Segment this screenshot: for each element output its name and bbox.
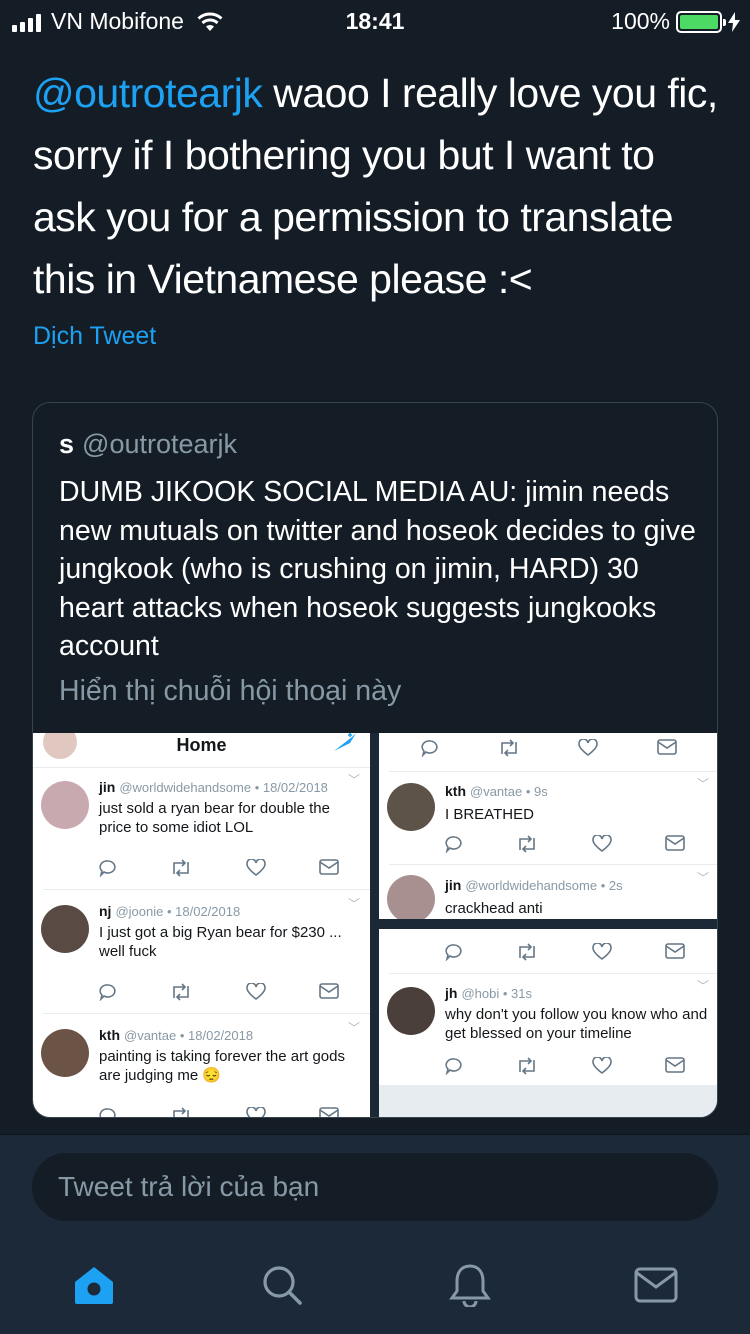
dm-icon bbox=[665, 1057, 685, 1073]
chevron-down-icon: ﹀ bbox=[347, 773, 360, 787]
divider bbox=[389, 771, 717, 772]
tweet-actions bbox=[421, 739, 677, 757]
like-icon bbox=[578, 739, 599, 757]
panel-footer bbox=[379, 1085, 717, 1117]
quoted-tweet-name: s bbox=[59, 429, 75, 459]
tweet-text: why don't you follow you know who and ge… bbox=[445, 1006, 708, 1042]
reply-placeholder: Tweet trả lời của bạn bbox=[58, 1171, 320, 1202]
charging-bolt-icon bbox=[728, 11, 740, 32]
reply-input[interactable]: Tweet trả lời của bạn bbox=[32, 1153, 718, 1221]
chevron-down-icon: ﹀ bbox=[347, 1021, 360, 1035]
chevron-down-icon: ﹀ bbox=[696, 979, 709, 993]
bell-icon bbox=[449, 1264, 491, 1307]
screenshot-panel-home: Home jin @worldwidehandsome • 18/02/2018 … bbox=[33, 733, 370, 1117]
avatar bbox=[41, 1029, 89, 1077]
dm-icon bbox=[319, 859, 339, 875]
tweet-mention[interactable]: @outrotearjk bbox=[33, 70, 263, 116]
tweet-meta: jh @hobi • 31s bbox=[445, 985, 532, 1001]
tweet-actions bbox=[99, 1107, 339, 1117]
tab-bar bbox=[0, 1255, 750, 1315]
tweet-text: I just got a big Ryan bear for $230 ... … bbox=[99, 924, 342, 960]
divider bbox=[389, 973, 717, 974]
translate-tweet-link[interactable]: Dịch Tweet bbox=[33, 322, 156, 351]
search-icon bbox=[263, 1266, 302, 1305]
reply-icon bbox=[445, 944, 462, 961]
like-icon bbox=[245, 983, 266, 1001]
tweet-meta: jin @worldwidehandsome • 2s bbox=[445, 877, 623, 893]
divider bbox=[43, 1013, 370, 1014]
chevron-down-icon: ﹀ bbox=[347, 897, 360, 911]
quoted-tweet-body: DUMB JIKOOK SOCIAL MEDIA AU: jimin needs… bbox=[59, 476, 696, 662]
quoted-tweet-image[interactable]: Home jin @worldwidehandsome • 18/02/2018 … bbox=[33, 733, 717, 1117]
retweet-icon bbox=[519, 943, 536, 961]
divider bbox=[43, 889, 370, 890]
like-icon bbox=[591, 1057, 612, 1075]
reply-icon bbox=[99, 1108, 116, 1117]
retweet-icon bbox=[519, 1057, 536, 1075]
tweet-actions bbox=[99, 859, 339, 877]
retweet-icon bbox=[519, 835, 536, 853]
tweet-actions bbox=[445, 1057, 685, 1075]
compose-sparkle-icon bbox=[334, 733, 356, 751]
avatar bbox=[41, 781, 89, 829]
tab-messages[interactable] bbox=[626, 1255, 686, 1315]
avatar bbox=[387, 987, 435, 1035]
screenshot-panel-right-top: kth @vantae • 9s ﹀ I BREATHED jin @worldwi… bbox=[379, 733, 717, 919]
retweet-icon bbox=[500, 739, 517, 757]
tweet-meta: kth @vantae • 18/02/2018 bbox=[99, 1027, 254, 1043]
status-bar: VN Mobifone 18:41 100% bbox=[0, 0, 750, 40]
retweet-icon bbox=[173, 859, 190, 877]
tweet-meta: nj @joonie • 18/02/2018 bbox=[99, 903, 241, 919]
reply-icon bbox=[445, 1058, 462, 1075]
like-icon bbox=[245, 1107, 266, 1117]
tweet-meta: kth @vantae • 9s bbox=[445, 783, 548, 799]
chevron-down-icon: ﹀ bbox=[696, 871, 709, 885]
avatar bbox=[41, 905, 89, 953]
dm-icon bbox=[657, 739, 677, 755]
divider bbox=[389, 864, 717, 865]
reply-icon bbox=[99, 984, 116, 1001]
like-icon bbox=[245, 859, 266, 877]
avatar bbox=[387, 875, 435, 919]
like-icon bbox=[591, 835, 612, 853]
tweet-meta: jin @worldwidehandsome • 18/02/2018 bbox=[99, 779, 328, 795]
retweet-icon bbox=[173, 983, 190, 1001]
reply-icon bbox=[445, 836, 462, 853]
dm-icon bbox=[665, 943, 685, 959]
tweet-text: painting is taking forever the art gods … bbox=[99, 1048, 345, 1084]
tweet-actions bbox=[445, 835, 685, 853]
tweet-actions bbox=[99, 983, 339, 1001]
divider bbox=[33, 767, 370, 768]
tab-search[interactable] bbox=[252, 1255, 312, 1315]
tweet-text: @outrotearjk waoo I really love you fic,… bbox=[33, 62, 723, 310]
tweet-text: I BREATHED bbox=[445, 806, 534, 823]
battery-percent: 100% bbox=[611, 8, 670, 34]
quoted-tweet-handle: @outrotearjk bbox=[82, 429, 238, 459]
reply-area: Tweet trả lời của bạn bbox=[0, 1135, 750, 1334]
reply-icon bbox=[99, 860, 116, 877]
tab-home[interactable] bbox=[64, 1255, 124, 1315]
dm-icon bbox=[665, 835, 685, 851]
reply-icon bbox=[421, 740, 438, 757]
battery-icon bbox=[676, 10, 726, 33]
retweet-icon bbox=[173, 1107, 190, 1117]
like-icon bbox=[591, 943, 612, 961]
home-title: Home bbox=[176, 735, 227, 755]
avatar bbox=[387, 783, 435, 831]
tab-notifications[interactable] bbox=[440, 1255, 500, 1315]
chevron-down-icon: ﹀ bbox=[696, 777, 709, 791]
dm-icon bbox=[319, 983, 339, 999]
quoted-tweet-header: s @outrotearjk bbox=[59, 429, 237, 460]
status-right: 100% bbox=[611, 8, 740, 35]
home-icon bbox=[75, 1267, 113, 1304]
mail-icon bbox=[634, 1267, 678, 1303]
show-thread-link[interactable]: Hiển thị chuỗi hội thoại này bbox=[59, 675, 401, 708]
quoted-tweet[interactable]: s @outrotearjk DUMB JIKOOK SOCIAL MEDIA A… bbox=[32, 402, 718, 1118]
tweet-text: crackhead anti bbox=[445, 900, 543, 917]
tweet-actions bbox=[445, 943, 685, 961]
screenshot-panel-right-bottom: jh @hobi • 31s ﹀ why don't you follow you… bbox=[379, 929, 717, 1117]
dm-icon bbox=[319, 1107, 339, 1117]
tweet-text: just sold a ryan bear for double the pri… bbox=[99, 800, 330, 836]
